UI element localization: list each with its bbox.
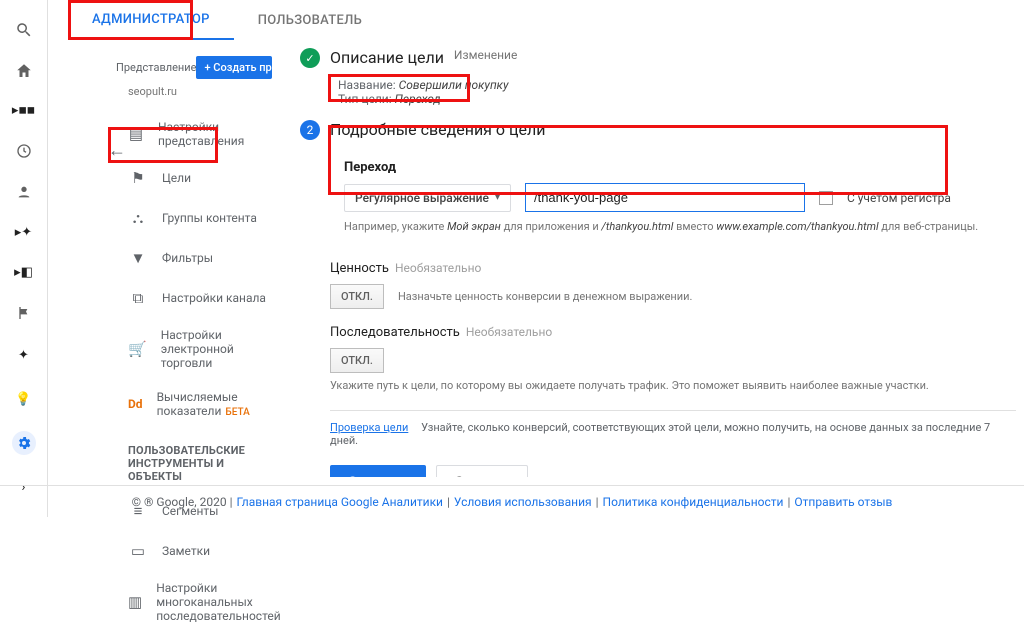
channel-icon: ⧉ [128,288,148,308]
clock-icon[interactable] [12,141,36,161]
sidebar-item-multichannel[interactable]: ▥Настройки многоканальных последовательн… [116,571,288,633]
attribution-icon[interactable]: ✦ [12,343,36,367]
step2-number-icon: 2 [300,120,320,140]
verify-text: Узнайте, сколько конверсий, соответствую… [330,421,990,447]
cart-icon: 🛒 [128,339,147,359]
back-arrow-icon[interactable]: ← [108,140,126,161]
footer-terms-link[interactable]: Условия использования [454,495,592,509]
cancel-step-button[interactable]: Отменить [436,465,529,477]
step1-check-icon: ✓ [300,48,320,68]
account-name[interactable]: seopult.ru [128,85,288,98]
notes-icon: ▭ [128,541,148,561]
tab-user[interactable]: ПОЛЬЗОВАТЕЛЬ [234,0,386,40]
footer-home-link[interactable]: Главная страница Google Аналитики [237,495,443,509]
case-sensitive-checkbox[interactable] [819,191,833,205]
discover-icon[interactable]: 💡 [12,387,36,411]
dashboard-icon[interactable]: ▸◼◼ [12,101,36,121]
home-icon[interactable] [12,60,36,80]
dd-icon: Dd [128,394,143,414]
verify-goal-link[interactable]: Проверка цели [330,421,408,434]
goal-meta: Название: Совершили покупку Тип цели: Пе… [330,74,1016,110]
sidebar-item-view-settings[interactable]: ▤Настройки представления [116,110,288,158]
bars-icon: ▥ [128,592,142,612]
funnel-toggle[interactable]: ОТКЛ. [330,348,384,373]
caret-down-icon: ▾ [495,192,500,203]
funnel-hint: Укажите путь к цели, по которому вы ожид… [330,379,1016,392]
tab-admin[interactable]: АДМИНИСТРАТОР [68,0,234,40]
person-icon[interactable] [12,182,36,202]
footer-privacy-link[interactable]: Политика конфиденциальности [603,495,784,509]
sidebar-item-filters[interactable]: ▼Фильтры [116,238,288,278]
people-icon: ⛬ [128,208,148,228]
folder-icon[interactable]: ▸◧ [12,262,36,282]
flag-icon: ⚑ [128,168,148,188]
funnel-icon: ▼ [128,248,148,268]
destination-input[interactable] [525,183,805,212]
sidebar-heading-tools: ПОЛЬЗОВАТЕЛЬСКИЕ ИНСТРУМЕНТЫ И ОБЪЕКТЫ [128,444,278,483]
footer-feedback-link[interactable]: Отправить отзыв [794,495,892,509]
tag-icon[interactable]: ▸✦ [12,222,36,242]
sidebar-item-goals[interactable]: ⚑Цели [116,158,288,198]
destination-hint: Например, укажите Мой экран для приложен… [344,220,1002,233]
view-label: Представление [116,61,196,74]
left-nav: ▸◼◼ ▸✦ ▸◧ ✦ 💡 › [0,0,48,517]
create-view-button[interactable]: + Создать представл [196,56,272,79]
destination-section: Переход Регулярное выражение▾ С учетом р… [330,148,1016,245]
sidebar-item-ecommerce[interactable]: 🛒Настройки электронной торговли [116,318,288,380]
step1-edit-link[interactable]: Изменение [454,48,517,62]
value-toggle[interactable]: ОТКЛ. [330,284,384,309]
sidebar-item-channel-settings[interactable]: ⧉Настройки канала [116,278,288,318]
goal-editor: ✓ Описание цели Изменение Название: Сове… [300,48,1016,477]
destination-label: Переход [344,160,1002,175]
admin-sidebar: ← Представление + Создать представл seop… [48,40,288,477]
case-sensitive-label: С учетом регистра [847,191,951,205]
step1-title: Описание цели [330,48,444,67]
funnel-section: ПоследовательностьНеобязательно ОТКЛ. Ук… [330,325,1016,392]
value-hint: Назначьте ценность конверсии в денежном … [398,290,692,303]
step2-title: Подробные сведения о цели [330,120,545,139]
sidebar-item-calculated-metrics[interactable]: DdВычисляемые показателиБЕТА [116,380,288,428]
search-icon[interactable] [12,20,36,40]
document-icon: ▤ [128,124,144,144]
sidebar-item-content-groups[interactable]: ⛬Группы контента [116,198,288,238]
flag-icon[interactable] [12,303,36,323]
match-type-select[interactable]: Регулярное выражение▾ [344,184,511,212]
footer: © ® Google, 2020 | Главная страница Goog… [0,485,1024,517]
sidebar-item-notes[interactable]: ▭Заметки [116,531,288,571]
value-section: ЦенностьНеобязательно ОТКЛ. Назначьте це… [330,261,1016,309]
admin-gear-icon[interactable] [12,431,36,455]
save-button[interactable]: Сохранить [330,465,426,477]
top-tabs: АДМИНИСТРАТОР ПОЛЬЗОВАТЕЛЬ [68,0,1024,40]
